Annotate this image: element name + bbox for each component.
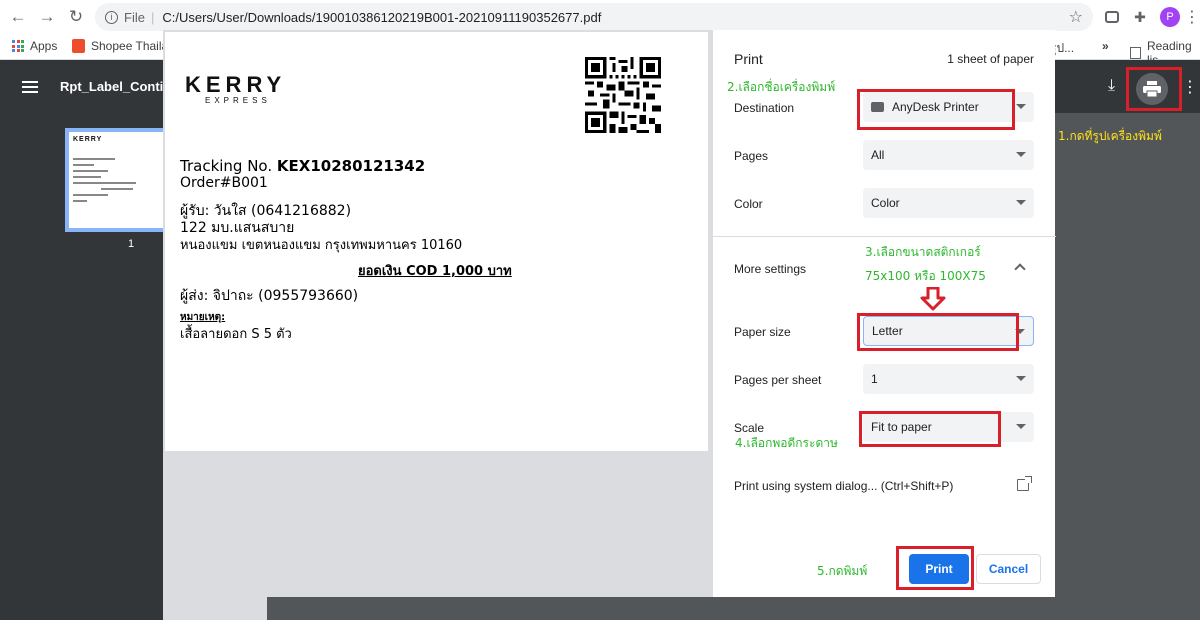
tracking-line: Tracking No. KEX10280121342 — [180, 157, 425, 175]
paper-size-label: Paper size — [734, 325, 791, 339]
annotation-step-3-line-1: 3.เลือกขนาดสติกเกอร์ — [865, 245, 981, 259]
color-select[interactable]: Color — [863, 188, 1034, 218]
more-options-icon[interactable]: ⋮ — [1182, 77, 1198, 97]
annotation-step-4: 4.เลือกพอดีกระดาษ — [735, 436, 838, 450]
more-settings-toggle[interactable]: More settings — [734, 262, 806, 276]
pages-per-sheet-select[interactable]: 1 — [863, 364, 1034, 394]
tracking-prefix: Tracking No. — [180, 157, 273, 175]
highlight-destination — [857, 89, 1015, 130]
thumbnail-page-number: 1 — [128, 238, 135, 250]
profile-avatar[interactable]: P — [1160, 7, 1180, 27]
chevron-up-icon[interactable] — [1014, 263, 1026, 275]
annotation-step-1: 1.กดที่รูปเครื่องพิมพ์ — [1058, 129, 1162, 143]
address-line-2: หนองแขม เขตหนองแขม กรุงเทพมหานคร 10160 — [180, 238, 463, 253]
url-text: C:/Users/User/Downloads/190010386120219B… — [162, 9, 602, 25]
arrow-down-icon — [920, 287, 946, 311]
tracking-number: KEX10280121342 — [276, 157, 426, 175]
url-separator: | — [150, 9, 155, 25]
scale-label: Scale — [734, 421, 765, 435]
annotation-step-2: 2.เลือกชื่อเครื่องพิมพ์ — [727, 80, 836, 94]
page-thumbnail[interactable]: KERRY — [65, 128, 169, 232]
back-icon[interactable]: ← — [4, 3, 32, 31]
extension-chat-icon[interactable] — [1102, 7, 1122, 27]
logo-main-text: KERRY — [185, 72, 287, 97]
pages-per-sheet-label: Pages per sheet — [734, 373, 822, 387]
color-dropdown-icon — [1016, 200, 1026, 205]
highlight-paper-size — [857, 313, 1019, 351]
note-text: เสื้อลายดอก S 5 ตัว — [180, 327, 292, 342]
scale-dropdown-icon — [1016, 424, 1026, 429]
pages-value: All — [871, 148, 885, 162]
reading-list-icon — [1130, 47, 1141, 59]
sheet-count: 1 sheet of paper — [947, 52, 1034, 66]
cod-amount: ยอดเงิน COD 1,000 บาท — [358, 264, 512, 279]
destination-label: Destination — [734, 101, 795, 115]
highlight-print-icon — [1126, 67, 1182, 111]
pages-label: Pages — [734, 149, 769, 163]
url-input[interactable]: i File | C:/Users/User/Downloads/1900103… — [95, 3, 1093, 31]
menu-icon[interactable] — [22, 81, 38, 93]
color-label: Color — [734, 197, 763, 211]
annotation-step-3-line-2: 75x100 หรือ 100X75 — [865, 269, 986, 283]
annotation-step-5: 5.กดพิมพ์ — [817, 564, 868, 578]
shipping-label-preview: KERRY EXPRESS Tracking No. KEX1028012134… — [165, 32, 708, 451]
forward-icon[interactable]: → — [33, 3, 61, 31]
thumbnail-logo: KERRY — [73, 136, 103, 143]
pages-select[interactable]: All — [863, 140, 1034, 170]
sender-line: ผู้ส่ง: จิปาถะ (0955793660) — [180, 288, 359, 304]
browser-menu-icon[interactable]: ⋮ — [1182, 7, 1200, 27]
pdf-title: Rpt_Label_Continu — [60, 79, 180, 94]
highlight-scale — [859, 411, 1001, 447]
open-external-icon[interactable] — [1017, 476, 1032, 491]
download-icon[interactable]: ⤓ — [1108, 77, 1115, 95]
extensions-puzzle-icon[interactable]: ✚ — [1130, 7, 1150, 27]
kerry-express-logo: KERRY EXPRESS — [185, 72, 286, 105]
system-dialog-link[interactable]: Print using system dialog... (Ctrl+Shift… — [734, 479, 953, 493]
apps-grid-icon — [12, 40, 24, 52]
pages-dropdown-icon — [1016, 152, 1026, 157]
bookmark-star-icon[interactable]: ☆ — [1069, 7, 1083, 27]
info-icon[interactable]: i — [105, 10, 118, 24]
bookmarks-overflow-icon[interactable]: » — [1102, 39, 1109, 53]
browser-address-bar: ← → ↻ i File | C:/Users/User/Downloads/1… — [0, 0, 1200, 34]
bookmark-apps-label: Apps — [30, 39, 58, 53]
pages-per-sheet-value: 1 — [871, 372, 878, 386]
preview-bottom-strip — [163, 597, 267, 620]
print-title: Print — [734, 51, 763, 67]
thumbnail-text-lines — [73, 158, 143, 206]
color-value: Color — [871, 196, 900, 210]
order-number: Order#B001 — [180, 175, 268, 191]
shopee-icon — [72, 39, 85, 53]
bookmark-shopee-label: Shopee Thailar — [91, 39, 173, 53]
qr-code — [585, 57, 661, 133]
highlight-print-button — [896, 546, 974, 590]
cancel-button[interactable]: Cancel — [976, 554, 1041, 584]
destination-dropdown-icon — [1016, 104, 1026, 109]
reload-icon[interactable]: ↻ — [62, 3, 90, 31]
file-scheme-label: File — [124, 9, 145, 25]
bookmark-shopee[interactable]: Shopee Thailar — [72, 39, 172, 53]
bookmark-apps[interactable]: Apps — [12, 39, 57, 53]
settings-divider — [713, 236, 1056, 237]
pages-per-sheet-dropdown-icon — [1016, 376, 1026, 381]
